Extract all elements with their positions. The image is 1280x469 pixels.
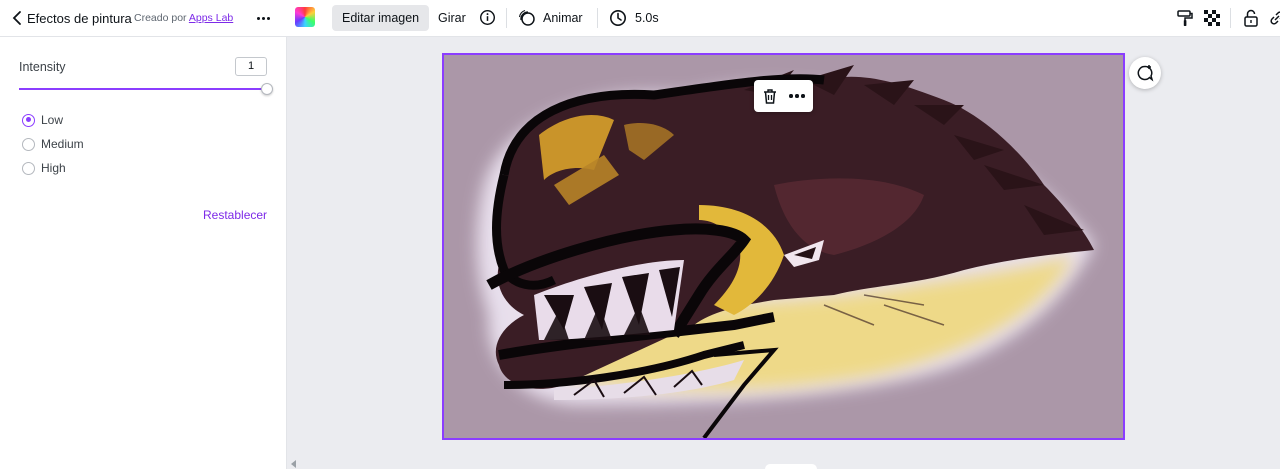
paint-roller-icon[interactable]: [1176, 9, 1194, 27]
comment-add-icon: [1137, 65, 1154, 82]
intensity-slider[interactable]: [19, 83, 273, 95]
more-icon-dot: [801, 94, 805, 98]
duration-button[interactable]: 5.0s: [625, 5, 669, 31]
intensity-label: Intensity: [19, 60, 66, 74]
toolbar-divider: [597, 8, 598, 28]
option-high[interactable]: High: [22, 159, 66, 177]
more-icon-dot: [256, 16, 260, 20]
option-medium[interactable]: Medium: [22, 135, 84, 153]
radio-high[interactable]: [22, 161, 35, 175]
add-comment-button[interactable]: [1129, 57, 1161, 89]
creator-prefix: Creado por: [134, 12, 187, 24]
toolbar-divider: [506, 8, 507, 28]
horizontal-scroll-thumb[interactable]: [765, 464, 817, 469]
intensity-value-input[interactable]: 1: [235, 57, 267, 76]
animate-button[interactable]: Animar: [533, 5, 593, 31]
scroll-left-arrow[interactable]: [291, 460, 297, 468]
reset-button[interactable]: Restablecer: [203, 208, 267, 222]
transparency-icon[interactable]: [1203, 9, 1221, 27]
edit-image-button[interactable]: Editar imagen: [332, 5, 430, 31]
info-icon[interactable]: [479, 9, 496, 26]
option-medium-label: Medium: [41, 137, 84, 151]
more-icon-dot: [789, 94, 793, 98]
intensity-slider-fill: [19, 88, 267, 90]
floating-more-button[interactable]: [787, 88, 807, 104]
option-high-label: High: [41, 161, 66, 175]
option-low[interactable]: Low: [22, 111, 63, 129]
panel-more-button[interactable]: [252, 8, 274, 28]
trash-icon[interactable]: [762, 88, 778, 104]
back-button[interactable]: [10, 8, 26, 28]
rotate-button[interactable]: Girar: [428, 5, 476, 31]
option-low-label: Low: [41, 113, 64, 127]
creator-link[interactable]: Apps Lab: [189, 12, 233, 24]
more-icon-dot: [795, 94, 799, 98]
color-swatch-button[interactable]: [295, 7, 315, 27]
creator-credit: Creado por Apps Lab: [134, 12, 233, 24]
more-icon-dot: [261, 16, 265, 20]
lock-icon[interactable]: [1242, 9, 1260, 27]
radio-medium[interactable]: [22, 137, 35, 151]
chevron-left-icon: [12, 11, 21, 25]
toolbar-divider: [1230, 8, 1231, 28]
link-icon[interactable]: [1268, 9, 1280, 27]
effects-panel: Intensity 1 Low Medium High Restablecer: [0, 37, 287, 469]
radio-low[interactable]: [22, 113, 35, 127]
intensity-slider-thumb[interactable]: [261, 83, 273, 95]
panel-title: Efectos de pintura: [27, 11, 132, 26]
more-icon-dot: [266, 16, 270, 20]
floating-toolbar: [754, 80, 813, 112]
top-toolbar: Efectos de pintura Creado por Apps Lab E…: [0, 0, 1280, 37]
